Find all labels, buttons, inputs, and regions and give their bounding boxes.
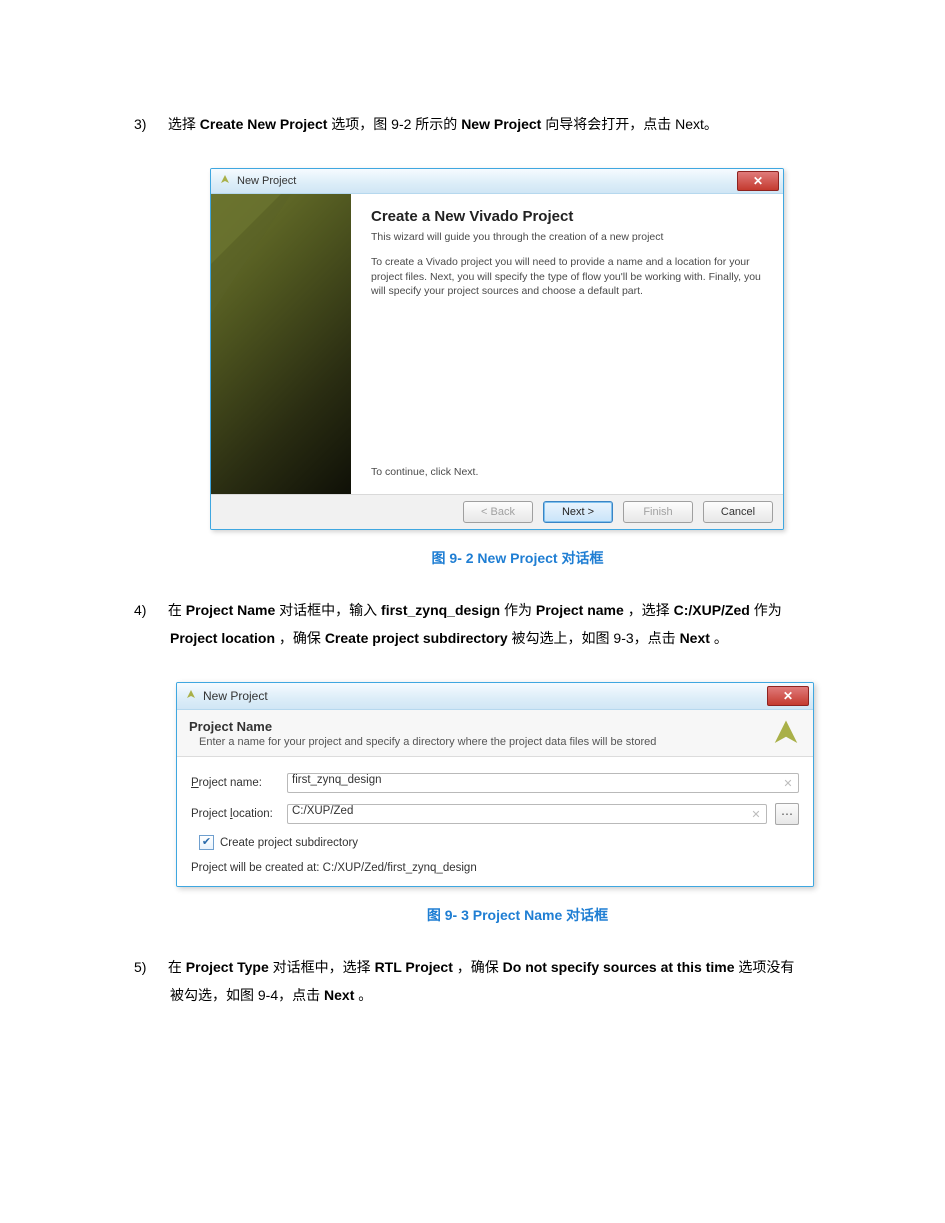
project-name-label: Project name: [191, 777, 279, 789]
vivado-logo-icon [771, 718, 801, 748]
step-5-text-2: 对话框中，选择 [273, 959, 375, 975]
vivado-icon [219, 174, 231, 189]
figure-9-2-caption: 图 9- 2 New Project 对话框 [170, 548, 865, 568]
step-4-bold-2: first_zynq_design [381, 602, 500, 618]
cancel-button-label: Cancel [721, 506, 755, 518]
figure-9-3-caption: 图 9- 3 Project Name 对话框 [170, 905, 865, 925]
dialog-titlebar[interactable]: New Project ✕ [177, 683, 813, 710]
step-4-number: 4) [134, 596, 164, 624]
finish-button-label: Finish [643, 506, 672, 518]
step-4-line2-text-3: 。 [714, 630, 728, 646]
step-5-line2-text-1: 被勾选，如图 9-4，点击 [170, 987, 324, 1003]
create-subdirectory-row[interactable]: ✔ Create project subdirectory [199, 835, 799, 850]
step-5-bold-3: Do not specify sources at this time [503, 959, 735, 975]
back-button[interactable]: < Back [463, 501, 533, 523]
project-location-value: C:/XUP/Zed [292, 805, 353, 817]
step-3-text-1: 选择 [168, 116, 200, 132]
label-mnemonic: P [191, 777, 199, 789]
project-location-input[interactable]: C:/XUP/Zed ✕ [287, 804, 767, 824]
clear-icon[interactable]: ✕ [749, 807, 763, 821]
step-3-bold-1: Create New Project [200, 116, 328, 132]
step-4-text-1: 在 [168, 602, 186, 618]
dialog-header-title: Project Name [189, 719, 771, 734]
step-4-text-5: 作为 [754, 602, 782, 618]
step-5-bold-1: Project Type [186, 959, 269, 975]
step-4-line2-text-2: 被勾选上，如图 9-3，点击 [512, 630, 680, 646]
ellipsis-icon: ⋯ [781, 807, 793, 821]
dialog-titlebar[interactable]: New Project ✕ [211, 169, 783, 194]
close-icon[interactable]: ✕ [767, 686, 809, 706]
dialog-description: To create a Vivado project you will need… [371, 255, 767, 299]
document-page: 3) 选择 Create New Project 选项，图 9-2 所示的 Ne… [0, 0, 945, 1223]
step-4-line2-bold-2: Create project subdirectory [325, 630, 508, 646]
dialog-main: Create a New Vivado Project This wizard … [351, 194, 783, 494]
dialog-subheading: This wizard will guide you through the c… [371, 231, 767, 243]
next-button-label: Next > [562, 506, 594, 518]
step-4-bold-4: C:/XUP/Zed [674, 602, 750, 618]
step-3: 3) 选择 Create New Project 选项，图 9-2 所示的 Ne… [170, 110, 865, 138]
create-subdirectory-label: Create project subdirectory [220, 837, 358, 849]
step-4-line2-bold-3: Next [680, 630, 710, 646]
project-name-value: first_zynq_design [292, 774, 382, 786]
step-5-line2-text-2: 。 [358, 987, 372, 1003]
dialog-continue-hint: To continue, click Next. [371, 466, 767, 478]
vivado-icon [185, 689, 197, 704]
step-4-bold-3: Project name [536, 602, 624, 618]
project-name-input[interactable]: first_zynq_design ✕ [287, 773, 799, 793]
dialog-body: Project name: first_zynq_design ✕ Projec… [177, 757, 813, 886]
dialog-title-text: New Project [237, 175, 296, 187]
step-4-bold-1: Project Name [186, 602, 275, 618]
label-rest: ocation: [233, 808, 273, 820]
checkbox-checked-icon[interactable]: ✔ [199, 835, 214, 850]
dialog-header-sub: Enter a name for your project and specif… [199, 736, 771, 748]
step-5: 5) 在 Project Type 对话框中，选择 RTL Project ，确… [170, 953, 865, 1009]
step-4-text-4: ，选择 [628, 602, 674, 618]
browse-button[interactable]: ⋯ [775, 803, 799, 825]
step-5-bold-2: RTL Project [375, 959, 453, 975]
cancel-button[interactable]: Cancel [703, 501, 773, 523]
new-project-wizard-dialog: New Project ✕ Create a New Vivado Projec… [210, 168, 784, 530]
created-at-path: C:/XUP/Zed/first_zynq_design [323, 862, 477, 874]
project-location-row: Project location: C:/XUP/Zed ✕ ⋯ [191, 803, 799, 825]
finish-button[interactable]: Finish [623, 501, 693, 523]
created-at-prefix: Project will be created at: [191, 862, 323, 874]
close-icon[interactable]: ✕ [737, 171, 779, 191]
clear-icon[interactable]: ✕ [781, 776, 795, 790]
step-4-line2-bold-1: Project location [170, 630, 275, 646]
step-4-text-3: 作为 [504, 602, 536, 618]
step-5-number: 5) [134, 953, 164, 981]
step-3-text-2: 选项，图 9-2 所示的 [331, 116, 461, 132]
step-3-text-3: 向导将会打开，点击 Next。 [545, 116, 718, 132]
figure-9-3-dialog-container: New Project ✕ Project Name Enter a name … [176, 682, 865, 887]
step-4-text-2: 对话框中，输入 [279, 602, 381, 618]
dialog-title-text: New Project [203, 689, 268, 703]
step-3-number: 3) [134, 110, 164, 138]
dialog-side-banner [211, 194, 351, 494]
dialog-footer: < Back Next > Finish Cancel [211, 494, 783, 529]
project-name-row: Project name: first_zynq_design ✕ [191, 773, 799, 793]
project-created-at: Project will be created at: C:/XUP/Zed/f… [191, 862, 799, 874]
back-button-label: < Back [481, 506, 515, 518]
figure-9-2-dialog-container: New Project ✕ Create a New Vivado Projec… [210, 168, 865, 530]
step-3-bold-2: New Project [461, 116, 541, 132]
dialog-heading: Create a New Vivado Project [371, 208, 767, 225]
project-location-label: Project location: [191, 808, 279, 820]
dialog-header: Project Name Enter a name for your proje… [177, 710, 813, 757]
step-4: 4) 在 Project Name 对话框中，输入 first_zynq_des… [170, 596, 865, 652]
dialog-header-text: Project Name Enter a name for your proje… [189, 719, 771, 748]
step-5-text-4: 选项没有 [738, 959, 794, 975]
dialog-title: New Project [219, 174, 296, 189]
step-5-line2-bold-1: Next [324, 987, 354, 1003]
next-button[interactable]: Next > [543, 501, 613, 523]
label-pre: Project [191, 808, 230, 820]
label-rest: roject name: [199, 777, 262, 789]
dialog-body: Create a New Vivado Project This wizard … [211, 194, 783, 494]
step-5-text-1: 在 [168, 959, 186, 975]
project-name-dialog: New Project ✕ Project Name Enter a name … [176, 682, 814, 887]
dialog-title: New Project [185, 689, 268, 704]
step-4-line2-text-1: ，确保 [279, 630, 325, 646]
step-5-text-3: ，确保 [457, 959, 503, 975]
